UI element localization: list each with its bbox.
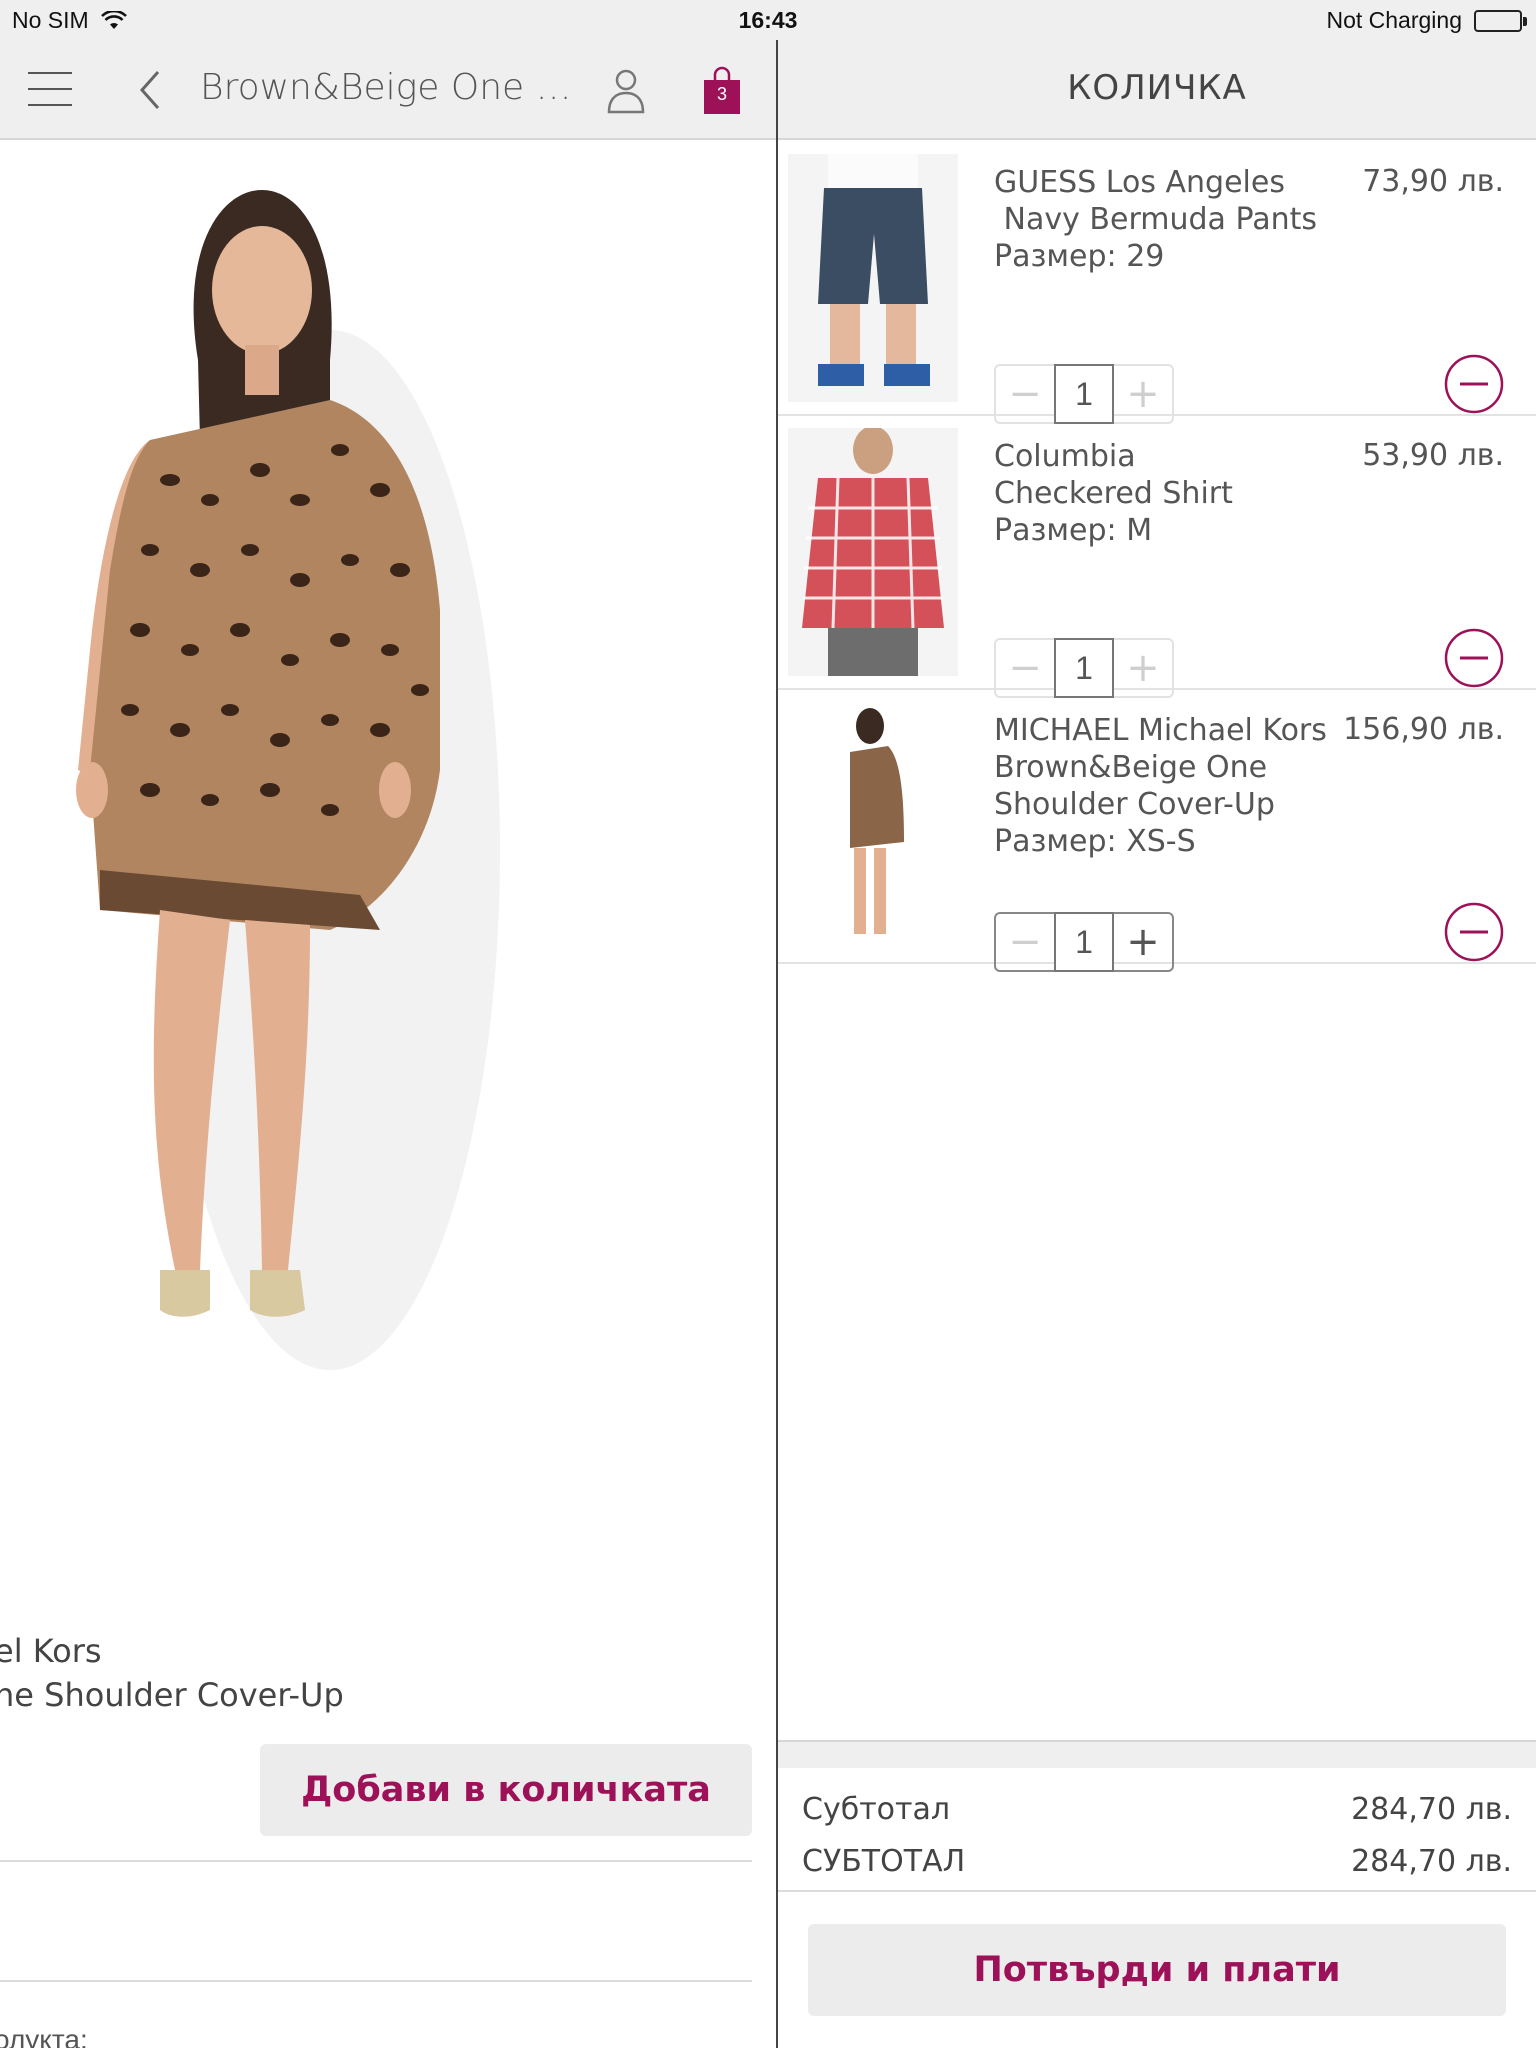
product-image[interactable] (0, 150, 776, 1620)
cart-button[interactable]: 3 (700, 66, 744, 116)
product-thumbnail[interactable] (788, 154, 958, 402)
product-nav-bar: Brown&Beige One Sho... 3 (0, 40, 776, 140)
product-thumbnail[interactable] (788, 702, 958, 950)
total-value: 284,70 лв. (1351, 1844, 1512, 1879)
item-size: Размер: M (994, 513, 1153, 548)
item-price: 53,90 лв. (1362, 438, 1504, 473)
subtotal-label: Субтотал (802, 1792, 951, 1827)
item-name: MICHAEL Michael Kors Brown&Beige One Sho… (994, 713, 1327, 859)
cart-item: MICHAEL Michael Kors Brown&Beige One Sho… (778, 690, 1536, 972)
cart-title: КОЛИЧКА (1067, 68, 1247, 108)
quantity-value[interactable]: 1 (1054, 364, 1114, 424)
item-name: GUESS Los Angeles Navy Bermuda Pants Раз… (994, 164, 1324, 275)
battery-icon (1474, 9, 1527, 32)
increase-button[interactable]: + (1114, 914, 1172, 970)
decrease-button[interactable]: − (996, 640, 1054, 696)
item-price: 73,90 лв. (1362, 164, 1504, 199)
decrease-button[interactable]: − (996, 366, 1054, 422)
remove-item-icon[interactable] (1444, 902, 1504, 962)
divider (778, 1890, 1536, 1892)
item-price: 156,90 лв. (1343, 712, 1504, 747)
cart-count-badge: 3 (716, 84, 727, 104)
subtotal-value: 284,70 лв. (1351, 1792, 1512, 1827)
quantity-value[interactable]: 1 (1054, 912, 1114, 972)
quantity-value[interactable]: 1 (1054, 638, 1114, 698)
total-row: СУБТОТАЛ 284,70 лв. (802, 1844, 1512, 1879)
charging-status: Not Charging (1326, 7, 1462, 33)
product-details-label: олукта: (0, 2024, 88, 2048)
cart-item: Columbia Checkered Shirt Размер: M 53,90… (778, 416, 1536, 698)
back-icon[interactable] (132, 66, 172, 114)
product-name: ne Shoulder Cover-Up (0, 1676, 344, 1714)
remove-item-icon[interactable] (1444, 628, 1504, 688)
item-size: Размер: 29 (994, 239, 1165, 274)
page-title: Brown&Beige One Sho... (200, 67, 580, 108)
product-thumbnail[interactable] (788, 428, 958, 676)
increase-button[interactable]: + (1114, 640, 1172, 696)
add-to-cart-button[interactable]: Добави в количката (260, 1744, 752, 1836)
decrease-button[interactable]: − (996, 914, 1054, 970)
product-brand: el Kors (0, 1632, 102, 1670)
user-icon[interactable] (604, 66, 648, 116)
divider (0, 1860, 752, 1862)
total-label: СУБТОТАЛ (802, 1844, 966, 1879)
quantity-stepper: − 1 + (994, 638, 1174, 698)
clock: 16:43 (738, 7, 798, 33)
subtotal-row: Субтотал 284,70 лв. (802, 1792, 1512, 1827)
cart-nav-bar: КОЛИЧКА (778, 40, 1536, 140)
confirm-and-pay-button[interactable]: Потвърди и плати (808, 1924, 1506, 2016)
item-size: Размер: XS-S (994, 824, 1196, 859)
menu-icon[interactable] (28, 72, 72, 108)
product-detail-pane: Brown&Beige One Sho... 3 (0, 40, 776, 2048)
quantity-stepper: − 1 + (994, 364, 1174, 424)
remove-item-icon[interactable] (1444, 354, 1504, 414)
cart-pane: КОЛИЧКА GUESS Los Angeles Navy Bermuda P… (778, 40, 1536, 2048)
cart-item: GUESS Los Angeles Navy Bermuda Pants Раз… (778, 142, 1536, 424)
increase-button[interactable]: + (1114, 366, 1172, 422)
quantity-stepper: − 1 + (994, 912, 1174, 972)
summary-separator (778, 1740, 1536, 1768)
divider (0, 1980, 752, 1982)
item-name: Columbia Checkered Shirt Размер: M (994, 438, 1324, 549)
status-bar: No SIM 16:43 Not Charging (0, 0, 1536, 40)
